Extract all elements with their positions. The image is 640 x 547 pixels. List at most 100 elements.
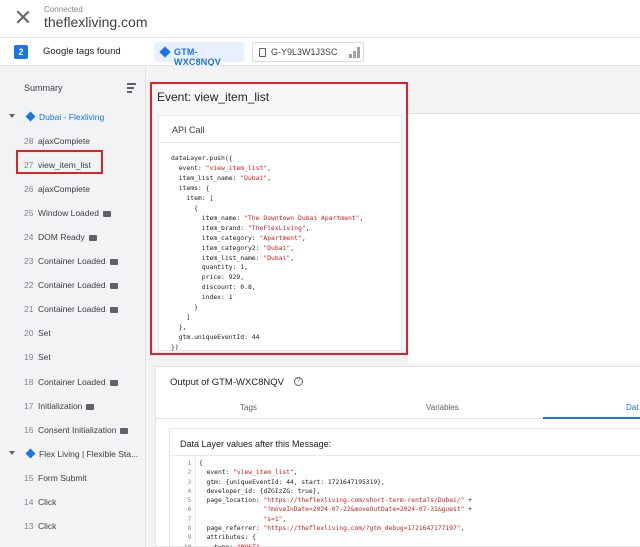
code-line: {: [171, 203, 198, 212]
line-number: 8: [187, 525, 192, 533]
event-sidebar: Summary Dubai - Flexliving 28 ajaxComple…: [0, 66, 146, 547]
sidebar-item-23[interactable]: 23 Container Loaded: [0, 251, 146, 271]
line-number-gutter: [170, 456, 196, 547]
event-number: 26: [24, 184, 34, 194]
gtm-container-chip[interactable]: GTM-WXC8NQV: [154, 42, 244, 67]
sidebar-item-17[interactable]: 17 Initialization: [0, 396, 146, 416]
selected-event-highlight: [16, 150, 103, 174]
event-number: 24: [24, 232, 34, 242]
help-icon[interactable]: ?: [294, 377, 303, 386]
sidebar-item-24[interactable]: 24 DOM Ready: [0, 227, 146, 247]
tags-count-badge: 2: [14, 45, 28, 59]
active-tab-indicator: [543, 417, 640, 419]
analytics-bars-icon: [349, 47, 360, 58]
code-line: type: "POST",: [199, 543, 472, 547]
tags-found-label: Google tags found: [43, 46, 121, 57]
summary-link[interactable]: Summary: [24, 83, 63, 93]
line-number: 3: [187, 478, 192, 486]
sidebar-item-25[interactable]: 25 Window Loaded: [0, 203, 146, 223]
line-number: 7: [187, 515, 192, 523]
code-line: event: "view_item_list",: [171, 163, 272, 172]
divider: [159, 142, 403, 143]
event-name: Container Loaded: [38, 377, 118, 387]
code-line: index: 1: [171, 293, 233, 302]
container-name: Flex Living | Flexible Sta...: [39, 449, 139, 459]
event-name: ajaxComplete: [38, 184, 90, 194]
tab-data-layer[interactable]: Dat: [626, 403, 638, 412]
event-number: 28: [24, 136, 34, 146]
clear-messages-icon[interactable]: [127, 83, 139, 93]
event-number: 19: [24, 352, 34, 362]
line-numbers: 123456789101112: [184, 459, 191, 547]
background-card: [408, 113, 640, 364]
sidebar-item-22[interactable]: 22 Container Loaded: [0, 275, 146, 295]
code-line: item_list_name: "Dubai",: [171, 173, 272, 182]
output-title: Output of GTM-WXC8NQV: [170, 377, 285, 388]
code-line: page_referrer: "https://theflexliving.co…: [199, 525, 465, 533]
code-line: attributes: {: [199, 534, 256, 542]
connection-header: Connected theflexliving.com: [0, 0, 640, 37]
sidebar-container-flex-living[interactable]: Flex Living | Flexible Sta...: [0, 444, 146, 464]
sidebar-item-28[interactable]: 28 ajaxComplete: [0, 131, 146, 151]
code-line: }): [171, 343, 179, 352]
code-line: item_name: "The Downtown Dubai Apartment…: [171, 213, 364, 222]
tab-variables[interactable]: Variables: [426, 403, 459, 412]
caret-down-icon: [9, 114, 15, 118]
sidebar-item-13[interactable]: 13 Click: [0, 516, 146, 536]
event-number: 20: [24, 328, 34, 338]
sidebar-item-26[interactable]: 26 ajaxComplete: [0, 179, 146, 199]
built-in-event-icon: [86, 403, 95, 410]
line-number: 5: [187, 497, 192, 505]
container-name: Dubai - Flexliving: [39, 112, 105, 122]
close-icon[interactable]: [14, 8, 32, 26]
code-line: discount: 0.8,: [171, 283, 256, 292]
event-name: Set: [38, 328, 51, 338]
built-in-event-icon: [109, 379, 118, 386]
event-number: 17: [24, 401, 34, 411]
tab-tags[interactable]: Tags: [240, 403, 257, 412]
built-in-event-icon: [120, 427, 129, 434]
sidebar-item-21[interactable]: 21 Container Loaded: [0, 299, 146, 319]
api-call-title: API Call: [172, 125, 205, 135]
sidebar-item-20[interactable]: 20 Set: [0, 323, 146, 343]
line-number: 6: [187, 506, 192, 514]
code-line: dataLayer.push({: [171, 154, 233, 162]
datalayer-push-code: dataLayer.push({ event: "view_item_list"…: [171, 154, 363, 353]
sidebar-item-19[interactable]: 19 Set: [0, 347, 146, 367]
sidebar-container-dubai[interactable]: Dubai - Flexliving: [0, 107, 146, 127]
gtm-chip-label: GTM-WXC8NQV: [174, 47, 221, 67]
line-number: 4: [187, 487, 192, 495]
api-call-card: API Call dataLayer.push({ event: "view_i…: [158, 115, 403, 353]
code-line: price: 929,: [171, 273, 245, 282]
gtm-diamond-icon: [25, 448, 36, 459]
code-line: ]: [171, 313, 191, 322]
main-panel: Event: view_item_list API Call dataLayer…: [146, 66, 640, 547]
code-line: gtm: {uniqueEventId: 44, start: 17216471…: [199, 478, 385, 486]
event-number: 15: [24, 473, 34, 483]
event-name: ajaxComplete: [38, 136, 90, 146]
code-line: }: [171, 303, 198, 312]
event-name: Window Loaded: [38, 208, 111, 218]
code-line: gtm.uniqueEventId: 44: [171, 333, 260, 342]
sidebar-item-16[interactable]: 16 Consent Initialization: [0, 420, 146, 440]
output-card: Output of GTM-WXC8NQV ? Tags Variables D…: [155, 366, 640, 547]
sidebar-item-15[interactable]: 15 Form Submit: [0, 468, 146, 488]
event-detail-highlight: Event: view_item_list API Call dataLayer…: [150, 82, 408, 355]
ga-tag-chip[interactable]: G-Y9L3W1J3SC: [252, 42, 364, 62]
event-name: DOM Ready: [38, 232, 97, 242]
event-name: Click: [38, 521, 57, 531]
code-line: event: "view_item_list",: [199, 469, 298, 477]
code-line: items: {: [171, 183, 210, 192]
event-title: Event: view_item_list: [157, 90, 270, 104]
event-number: 18: [24, 377, 34, 387]
event-name: Container Loaded: [38, 256, 118, 266]
sidebar-item-14[interactable]: 14 Click: [0, 492, 146, 512]
gtm-diamond-icon: [25, 111, 36, 122]
code-line: },: [171, 323, 187, 332]
line-number: 9: [187, 534, 192, 542]
sidebar-item-18[interactable]: 18 Container Loaded: [0, 372, 146, 392]
built-in-event-icon: [109, 282, 118, 289]
event-name: Set: [38, 352, 51, 362]
code-line: {: [199, 460, 203, 467]
line-number: 10: [184, 543, 191, 547]
